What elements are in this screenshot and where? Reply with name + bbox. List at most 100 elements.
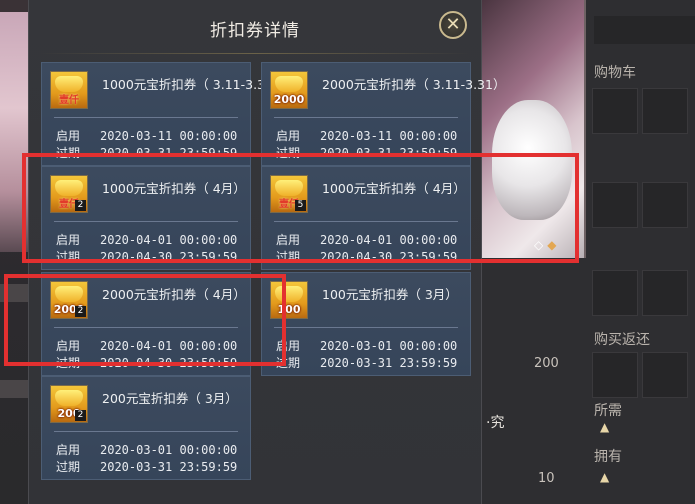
close-icon: ✕: [445, 14, 461, 35]
coupon-start-row: 启用 2020-03-11 00:00:00: [56, 127, 237, 144]
start-label: 启用: [276, 129, 301, 143]
rebate-label: 购买返还: [594, 332, 650, 348]
coupon-card[interactable]: 2000 2000元宝折扣券（ 3.11-3.31） 启用 2020-03-11 00…: [261, 62, 505, 166]
coupon-name: 2000元宝折扣券（ 4月）: [102, 287, 246, 302]
promo-banner[interactable]: ◇◆: [482, 0, 586, 258]
coupon-start-row: 启用 2020-03-01 00:00:00: [56, 441, 237, 458]
ingot-icon: ▲: [600, 420, 610, 434]
cart-slot[interactable]: [642, 270, 688, 316]
banner-pager[interactable]: ◇◆: [534, 238, 560, 252]
expire-time: 2020-03-31 23:59:59: [100, 460, 238, 474]
expire-time: 2020-04-30 23:59:59: [100, 356, 238, 370]
ingot-graphic: [55, 180, 83, 196]
start-time: 2020-04-01 00:00:00: [100, 339, 238, 353]
start-time: 2020-03-01 00:00:00: [320, 339, 458, 353]
coupon-icon-label: 100: [277, 303, 301, 316]
expire-label: 过期: [56, 356, 81, 370]
coupon-card[interactable]: 100 100元宝折扣券（ 3月） 启用 2020-03-01 00:00:00 过期 2…: [261, 272, 471, 376]
header-divider: [39, 53, 471, 54]
coupon-ingot-icon: 壹仟: [50, 71, 88, 109]
top-bar-slot: [594, 16, 695, 44]
start-label: 启用: [276, 233, 301, 247]
coupon-card[interactable]: 200 2 200元宝折扣券（ 3月） 启用 2020-03-01 00:00:00 过期…: [41, 376, 251, 480]
coupon-card[interactable]: 2000 2 2000元宝折扣券（ 4月） 启用 2020-04-01 00:00:00…: [41, 272, 251, 376]
expire-label: 过期: [276, 250, 301, 264]
rebate-slot[interactable]: [592, 352, 638, 398]
coupon-start-row: 启用 2020-04-01 00:00:00: [276, 231, 457, 248]
coupon-card[interactable]: 壹仟 2 1000元宝折扣券（ 4月） 启用 2020-04-01 00:00:00 过期…: [41, 166, 251, 270]
coupon-count-badge: 5: [295, 200, 306, 211]
coupon-expire-row: 过期 2020-04-30 23:59:59: [276, 248, 457, 265]
coupon-expire-row: 过期 2020-03-31 23:59:59: [276, 354, 457, 371]
coupon-count-badge: 2: [75, 306, 86, 317]
card-divider: [274, 327, 458, 328]
ingot-graphic: [275, 180, 303, 196]
ingot-graphic: [275, 286, 303, 302]
coupon-icon-label: 2000: [273, 93, 305, 106]
coupon-start-row: 启用 2020-03-11 00:00:00: [276, 127, 457, 144]
cart-slot[interactable]: [592, 182, 638, 228]
card-divider: [54, 117, 238, 118]
coupon-ingot-icon: 壹仟 5: [270, 175, 308, 213]
start-label: 启用: [56, 339, 81, 353]
start-time: 2020-04-01 00:00:00: [320, 233, 458, 247]
expire-time: 2020-03-31 23:59:59: [320, 146, 458, 160]
coupon-card[interactable]: 壹仟 1000元宝折扣券（ 3.11-3.31） 启用 2020-03-11 00:0…: [41, 62, 285, 166]
coupon-icon-label: 壹仟: [59, 95, 79, 106]
card-divider: [274, 117, 458, 118]
coupon-ingot-icon: 壹仟 2: [50, 175, 88, 213]
coupon-count-badge: 2: [75, 200, 86, 211]
have-label: 拥有: [594, 449, 622, 465]
ingot-graphic: [275, 76, 303, 92]
ingot-icon: ▲: [600, 470, 610, 484]
close-button[interactable]: ✕: [439, 11, 467, 39]
popup-title: 折扣券详情: [210, 21, 300, 41]
rebate-slot[interactable]: [642, 352, 688, 398]
popup-header: 折扣券详情 ✕: [29, 0, 481, 54]
coupon-expire-row: 过期 2020-03-31 23:59:59: [56, 458, 237, 475]
start-time: 2020-03-01 00:00:00: [100, 443, 238, 457]
expire-label: 过期: [56, 250, 81, 264]
banner-artwork: [492, 100, 572, 220]
start-time: 2020-03-11 00:00:00: [100, 129, 238, 143]
coupon-card[interactable]: 壹仟 5 1000元宝折扣券（ 4月） 启用 2020-04-01 00:00:00 过期…: [261, 166, 471, 270]
card-divider: [274, 221, 458, 222]
cart-label: 购物车: [594, 65, 636, 81]
coupon-expire-row: 过期 2020-03-31 23:59:59: [276, 144, 457, 161]
coupon-expire-row: 过期 2020-03-31 23:59:59: [56, 144, 237, 161]
coupon-name: 1000元宝折扣券（ 4月）: [322, 181, 466, 196]
ingot-graphic: [55, 390, 83, 406]
card-divider: [54, 221, 238, 222]
start-label: 启用: [56, 233, 81, 247]
need-label: 所需: [594, 403, 622, 419]
coupon-start-row: 启用 2020-03-01 00:00:00: [276, 337, 457, 354]
coupon-name: 100元宝折扣券（ 3月）: [322, 287, 458, 302]
amount-value: 10: [538, 471, 555, 486]
expire-label: 过期: [56, 146, 81, 160]
coupon-start-row: 启用 2020-04-01 00:00:00: [56, 337, 237, 354]
ingot-graphic: [55, 286, 83, 302]
cart-slot[interactable]: [642, 88, 688, 134]
item-name-fragment: ·究: [486, 415, 505, 431]
coupon-start-row: 启用 2020-04-01 00:00:00: [56, 231, 237, 248]
coupon-expire-row: 过期 2020-04-30 23:59:59: [56, 248, 237, 265]
coupon-ingot-icon: 100: [270, 281, 308, 319]
card-divider: [54, 431, 238, 432]
background-left-panel: [0, 0, 30, 504]
cart-slot[interactable]: [592, 88, 638, 134]
expire-label: 过期: [276, 146, 301, 160]
coupon-ingot-icon: 2000 2: [50, 281, 88, 319]
cart-slot[interactable]: [642, 182, 688, 228]
start-label: 启用: [56, 129, 81, 143]
expire-time: 2020-04-30 23:59:59: [320, 250, 458, 264]
coupon-ingot-icon: 200 2: [50, 385, 88, 423]
coupon-details-popup: 折扣券详情 ✕ 壹仟 1000元宝折扣券（ 3.11-3.31） 启用 2020-03…: [28, 0, 505, 504]
expire-time: 2020-03-31 23:59:59: [320, 356, 458, 370]
ingot-graphic: [55, 76, 83, 92]
start-time: 2020-03-11 00:00:00: [320, 129, 458, 143]
coupon-name: 200元宝折扣券（ 3月）: [102, 391, 238, 406]
coupon-name: 2000元宝折扣券（ 3.11-3.31）: [322, 77, 506, 92]
cart-slot[interactable]: [592, 270, 638, 316]
start-label: 启用: [276, 339, 301, 353]
card-divider: [54, 327, 238, 328]
